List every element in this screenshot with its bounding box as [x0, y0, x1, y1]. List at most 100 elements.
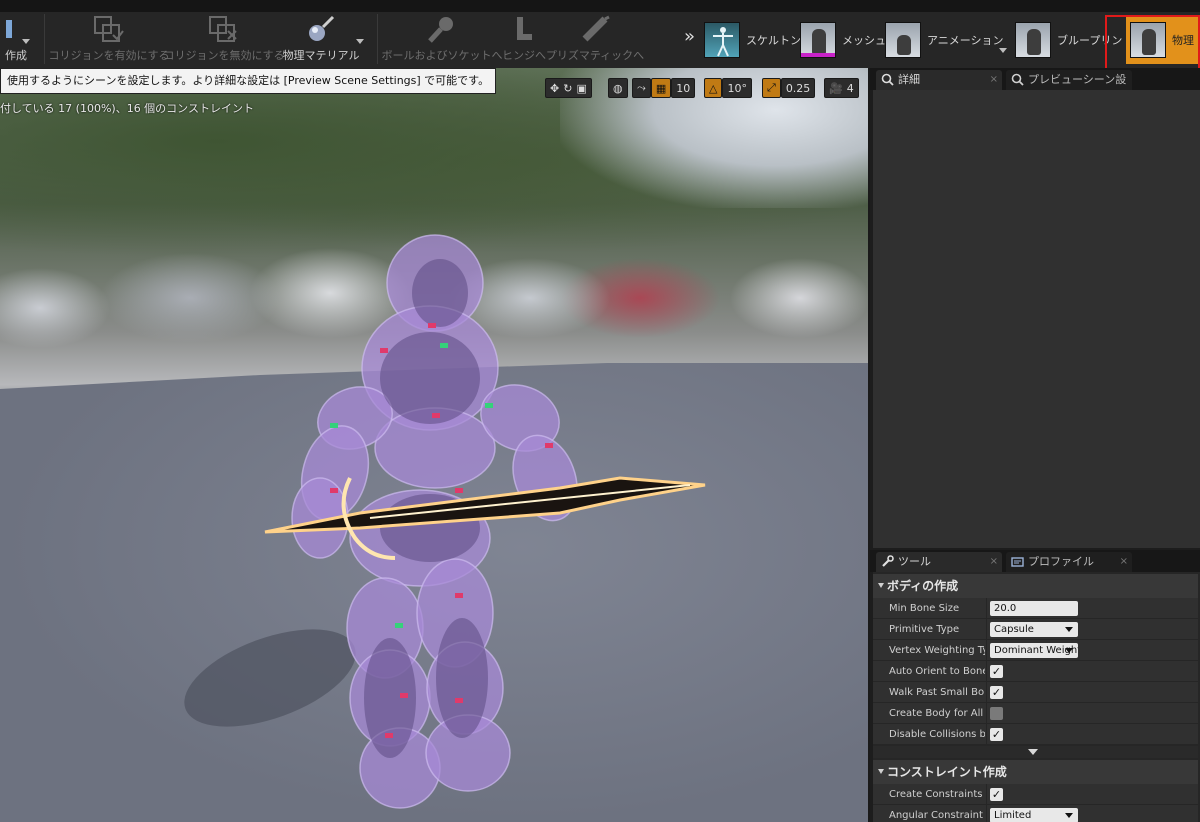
ball-socket-button[interactable]: ボールおよびソケットへ [382, 12, 503, 68]
create-constraints-label: Create Constraints [889, 789, 983, 800]
walk-past-checkbox[interactable]: ✓ [990, 686, 1003, 699]
scale-snap-value[interactable]: 0.25 [780, 78, 816, 98]
walk-past-label: Walk Past Small Bones [889, 687, 985, 698]
enable-collision-button[interactable]: コリジョンを有効にする [48, 12, 170, 68]
auto-orient-checkbox[interactable]: ✓ [990, 665, 1003, 678]
prop-walk-past-small-bones: Walk Past Small Bones ✓ [873, 682, 1198, 703]
details-tabbar: 詳細 × プレビューシーン設 [870, 68, 1200, 90]
prop-auto-orient: Auto Orient to Bone ✓ [873, 661, 1198, 682]
camera-speed-value: 4 [846, 81, 854, 95]
property-divider [986, 682, 987, 703]
hinge-button[interactable]: ヒンジへ [500, 12, 548, 68]
surface-snap-icon[interactable]: ⤳ [632, 78, 651, 98]
grid-snap-toggle-icon[interactable]: ▦ [650, 78, 672, 98]
coordinate-space-tool: ◍ [608, 78, 628, 98]
grid-snap-tool: ⤳ ▦ 10 [632, 78, 696, 98]
scale-icon[interactable]: ▣ [576, 82, 586, 95]
translate-icon[interactable]: ✥ [550, 82, 559, 95]
disable-collision-label: コリジョンを無効にする [163, 49, 285, 62]
annotation-highlight-box [1105, 15, 1200, 72]
collapse-arrow-icon [878, 583, 884, 588]
details-panel-body [873, 90, 1200, 548]
search-icon [881, 73, 894, 86]
disable-collisions-label: Disable Collisions by Default [889, 729, 985, 740]
close-icon[interactable]: × [990, 552, 998, 572]
tools-tabbar: ツール × プロファイル × [870, 550, 1200, 572]
mode-skeleton-button[interactable]: スケルトン [704, 16, 801, 64]
mesh-mode-bar [801, 53, 835, 57]
ball-socket-icon [425, 14, 459, 44]
hinge-icon [507, 14, 541, 44]
rotation-snap-value[interactable]: 10° [722, 78, 752, 98]
create-body-all-checkbox[interactable] [990, 707, 1003, 720]
advanced-expander-arrow-icon[interactable] [873, 746, 1198, 758]
tab-profile[interactable]: プロファイル × [1006, 552, 1132, 572]
prop-create-constraints: Create Constraints ✓ [873, 784, 1198, 805]
close-icon[interactable]: × [990, 70, 998, 90]
toolbar-separator [377, 14, 378, 64]
physics-material-button[interactable]: 物理マテリアル [283, 12, 359, 68]
camera-speed-control[interactable]: 🎥 4 [824, 78, 859, 98]
vertex-weighting-select[interactable]: Dominant Weight [990, 643, 1078, 658]
main-toolbar: 作成 コリジョンを有効にする コリジョンを無効にする 物理マテリアル ボールおよ… [0, 0, 1200, 72]
transform-mode-buttons[interactable]: ✥ ↻ ▣ [545, 78, 592, 98]
mode-animation-button[interactable]: アニメーション [885, 16, 1004, 64]
physics-material-icon [304, 14, 338, 44]
prismatic-button[interactable]: プリズマティックへ [546, 12, 644, 68]
constraint-creation-section-header[interactable]: コンストレイント作成 [873, 760, 1198, 784]
disable-collision-button[interactable]: コリジョンを無効にする [163, 12, 285, 68]
collision-disable-icon [207, 14, 241, 44]
primitive-type-label: Primitive Type [889, 624, 960, 635]
transform-tools: ✥ ↻ ▣ [545, 78, 592, 98]
physics-material-dropdown-arrow[interactable] [356, 39, 364, 44]
mode-mesh-button[interactable]: メッシュ [800, 16, 886, 64]
property-divider [986, 640, 987, 661]
mesh-icon [800, 22, 836, 58]
prop-primitive-type: Primitive Type Capsule [873, 619, 1198, 640]
create-constraints-checkbox[interactable]: ✓ [990, 788, 1003, 801]
close-icon[interactable]: × [1120, 552, 1128, 572]
grid-snap-value[interactable]: 10 [671, 78, 696, 98]
tab-preview-scene-label: プレビューシーン設 [1028, 73, 1127, 86]
property-divider [986, 598, 987, 619]
world-space-icon[interactable]: ◍ [608, 78, 628, 98]
scene-tooltip: 使用するようにシーンを設定します。より詳細な設定は [Preview Scene… [0, 68, 497, 94]
physics-asset-character[interactable] [0, 68, 868, 822]
property-divider [986, 805, 987, 822]
scale-snap-tool: ⤢ 0.25 [762, 78, 816, 98]
rotation-snap-toggle-icon[interactable]: △ [704, 78, 723, 98]
tab-tools[interactable]: ツール × [876, 552, 1002, 572]
min-bone-size-label: Min Bone Size [889, 603, 960, 614]
preview-viewport[interactable]: 使用するようにシーンを設定します。より詳細な設定は [Preview Scene… [0, 68, 868, 822]
rotate-icon[interactable]: ↻ [563, 82, 572, 95]
animation-dropdown-arrow[interactable] [999, 48, 1007, 53]
property-divider [986, 724, 987, 745]
body-creation-section-header[interactable]: ボディの作成 [873, 574, 1198, 598]
more-modes-icon[interactable]: » [684, 26, 695, 47]
prop-vertex-weighting: Vertex Weighting Type Dominant Weight [873, 640, 1198, 661]
mode-mesh-label: メッシュ [842, 34, 886, 47]
search-icon [1011, 73, 1024, 86]
property-divider [986, 619, 987, 640]
create-dropdown-arrow[interactable] [22, 39, 30, 44]
disable-collisions-checkbox[interactable]: ✓ [990, 728, 1003, 741]
collision-enable-icon [92, 14, 126, 44]
prop-angular-constraint-mode: Angular Constraint Mode Limited [873, 805, 1198, 822]
prismatic-icon [578, 14, 612, 44]
scale-snap-toggle-icon[interactable]: ⤢ [762, 78, 781, 98]
animation-icon [885, 22, 921, 58]
vertex-weighting-label: Vertex Weighting Type [889, 645, 985, 656]
property-divider [986, 661, 987, 682]
angular-mode-label: Angular Constraint Mode [889, 810, 985, 821]
profile-icon [1011, 557, 1024, 567]
primitive-type-select[interactable]: Capsule [990, 622, 1078, 637]
tab-profile-label: プロファイル [1028, 555, 1094, 568]
tab-details[interactable]: 詳細 × [876, 70, 1002, 90]
tab-preview-scene-settings[interactable]: プレビューシーン設 [1006, 70, 1132, 90]
angular-mode-select[interactable]: Limited [990, 808, 1078, 822]
tab-tools-label: ツール [898, 555, 931, 568]
toolbar-separator [44, 14, 45, 64]
min-bone-size-input[interactable]: 20.0 [990, 601, 1078, 616]
enable-collision-label: コリジョンを有効にする [48, 49, 170, 62]
create-label: 作成 [5, 49, 27, 62]
